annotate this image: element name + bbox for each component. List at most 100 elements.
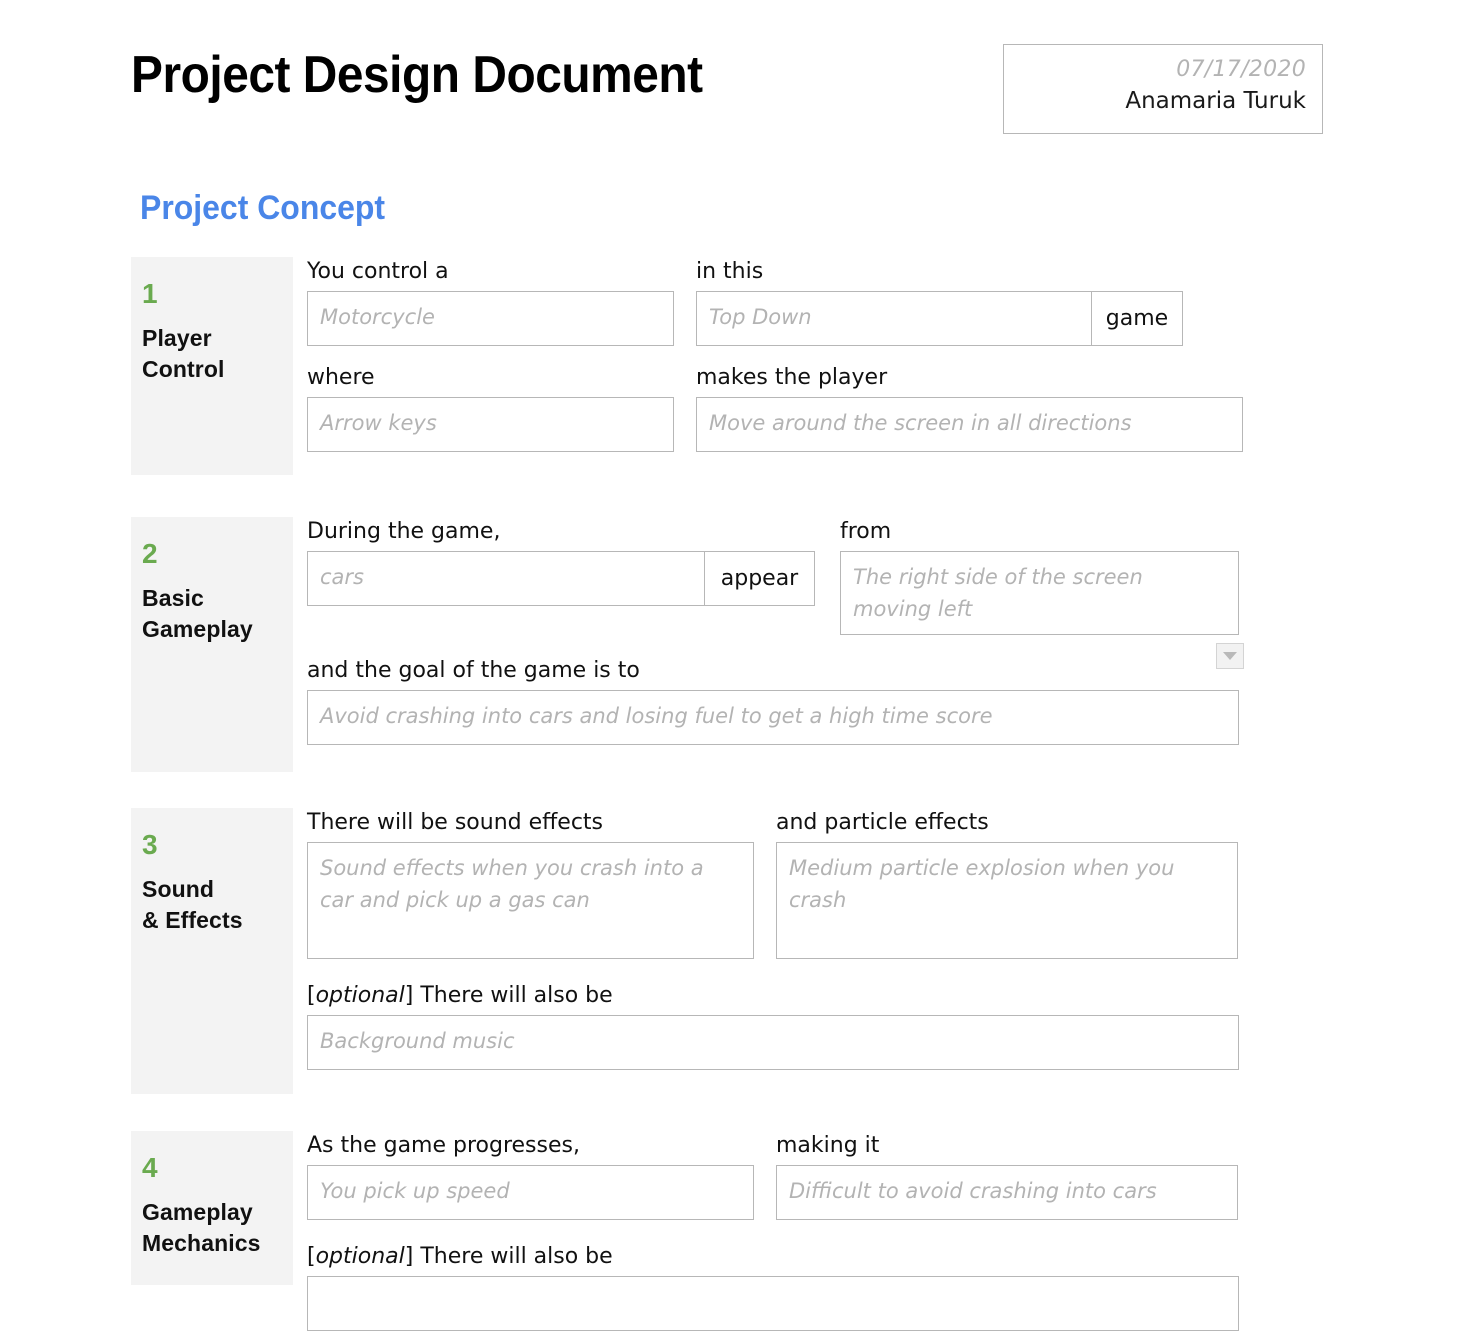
block-title-line1: Basic [142,585,204,611]
block-title-line2: & Effects [142,907,243,933]
field-from: from The right side of the screen moving… [840,517,1239,635]
input-wrap: Motorcycle [307,291,674,346]
field-sound-effects: There will be sound effects Sound effect… [307,808,754,959]
block-title-line2: Mechanics [142,1230,261,1256]
input-wrap: The right side of the screen moving left [840,551,1239,635]
field-making-it: making it Difficult to avoid crashing in… [776,1131,1238,1220]
field-label: There will be sound effects [307,810,604,835]
input-wrap: Sound effects when you crash into a car … [307,842,754,959]
block-title-line1: Player [142,325,212,351]
input-player-character[interactable]: Motorcycle [307,291,674,346]
optional-bracket-open: [ [307,983,316,1008]
field-row: There will be sound effects Sound effect… [307,808,1323,959]
input-wrap: You pick up speed [307,1165,754,1220]
optional-word: optional [315,983,405,1008]
input-sound-effects[interactable]: Sound effects when you crash into a car … [307,842,754,959]
input-difficulty[interactable]: Difficult to avoid crashing into cars [776,1165,1238,1220]
input-wrap: Avoid crashing into cars and losing fuel… [307,690,1239,745]
block-number: 4 [142,1152,158,1183]
block-body: During the game, cars appear from The ri… [307,517,1323,745]
block-number: 2 [142,538,158,569]
field-row: and the goal of the game is to Avoid cra… [307,643,1323,745]
field-label: You control a [307,259,449,284]
field-optional-extras-sound: [optional] There will also be Background… [307,981,1239,1070]
field-label: As the game progresses, [307,1133,580,1158]
input-wrap: cars appear [307,551,815,606]
triangle-glyph [1223,652,1237,660]
input-game-perspective[interactable]: Top Down [696,291,1092,346]
chevron-down-icon[interactable] [1216,643,1244,669]
input-game-goal[interactable]: Avoid crashing into cars and losing fuel… [307,690,1239,745]
suffix-game-label: game [1092,291,1183,346]
field-in-this: in this Top Down game [696,257,1243,346]
input-wrap: Medium particle explosion when you crash [776,842,1238,959]
block-body: There will be sound effects Sound effect… [307,808,1323,1070]
field-row: You control a Motorcycle in this Top Dow… [307,257,1323,346]
block-title: Sound & Effects [142,874,293,936]
document-page: Project Design Document 07/17/2020 Anama… [0,0,1470,1331]
input-wrap: Difficult to avoid crashing into cars [776,1165,1238,1220]
block-title-line2: Control [142,356,225,382]
block-title-line2: Gameplay [142,616,253,642]
field-label: [optional] There will also be [307,981,1239,1011]
block-title: Player Control [142,323,293,385]
input-wrap: Move around the screen in all directions [696,397,1243,452]
field-during-the-game: During the game, cars appear [307,517,815,635]
input-optional-audio[interactable]: Background music [307,1015,1239,1070]
block-number: 1 [142,278,158,309]
optional-bracket-close: ] There will also be [404,983,613,1008]
field-row: As the game progresses, You pick up spee… [307,1131,1323,1220]
field-label: During the game, [307,519,501,544]
block-title-line1: Gameplay [142,1199,253,1225]
document-date: 07/17/2020 [1176,57,1306,82]
input-obstacle-origin[interactable]: The right side of the screen moving left [840,551,1239,635]
field-label: and particle effects [776,810,989,835]
block-body: As the game progresses, You pick up spee… [307,1131,1323,1331]
input-optional-mechanics[interactable] [307,1276,1239,1331]
block-body: You control a Motorcycle in this Top Dow… [307,257,1323,452]
block-aside: 1 Player Control [131,257,293,475]
field-row: where Arrow keys makes the player Move a… [307,363,1323,452]
field-label: [optional] There will also be [307,1242,1239,1272]
optional-bracket-close: ] There will also be [404,1244,613,1269]
field-row: During the game, cars appear from The ri… [307,517,1323,635]
field-label: where [307,365,375,390]
block-number: 3 [142,829,158,860]
field-row: [optional] There will also be Background… [307,981,1323,1070]
field-label: in this [696,259,764,284]
block-aside: 2 Basic Gameplay [131,517,293,772]
input-wrap: Arrow keys [307,397,674,452]
field-label: and the goal of the game is to [307,658,640,683]
field-label: from [840,519,892,544]
field-optional-extras-mechanics: [optional] There will also be [307,1242,1239,1331]
input-particle-effects[interactable]: Medium particle explosion when you crash [776,842,1238,959]
input-progression[interactable]: You pick up speed [307,1165,754,1220]
block-aside: 4 Gameplay Mechanics [131,1131,293,1285]
input-obstacle[interactable]: cars [307,551,705,606]
document-header: Project Design Document 07/17/2020 Anama… [131,44,1323,136]
suffix-appear-label: appear [705,551,815,606]
block-title: Basic Gameplay [142,583,293,645]
block-title: Gameplay Mechanics [142,1197,293,1259]
optional-bracket-open: [ [307,1244,316,1269]
input-wrap: Background music [307,1015,1239,1070]
field-you-control-a: You control a Motorcycle [307,257,674,346]
input-wrap: Top Down game [696,291,1243,346]
field-row: [optional] There will also be [307,1242,1323,1331]
field-particle-effects: and particle effects Medium particle exp… [776,808,1238,959]
document-meta-box: 07/17/2020 Anamaria Turuk [1003,44,1323,134]
input-controls[interactable]: Arrow keys [307,397,674,452]
block-aside: 3 Sound & Effects [131,808,293,1094]
page-title: Project Design Document [131,46,703,104]
input-player-action[interactable]: Move around the screen in all directions [696,397,1243,452]
field-game-goal: and the goal of the game is to Avoid cra… [307,643,1244,745]
input-wrap [307,1276,1239,1331]
field-label: making it [776,1133,880,1158]
section-heading-project-concept: Project Concept [140,189,386,227]
field-makes-the-player: makes the player Move around the screen … [696,363,1243,452]
field-game-progression: As the game progresses, You pick up spee… [307,1131,754,1220]
field-label: makes the player [696,365,888,390]
block-title-line1: Sound [142,876,215,902]
optional-word: optional [315,1244,405,1269]
field-where: where Arrow keys [307,363,674,452]
